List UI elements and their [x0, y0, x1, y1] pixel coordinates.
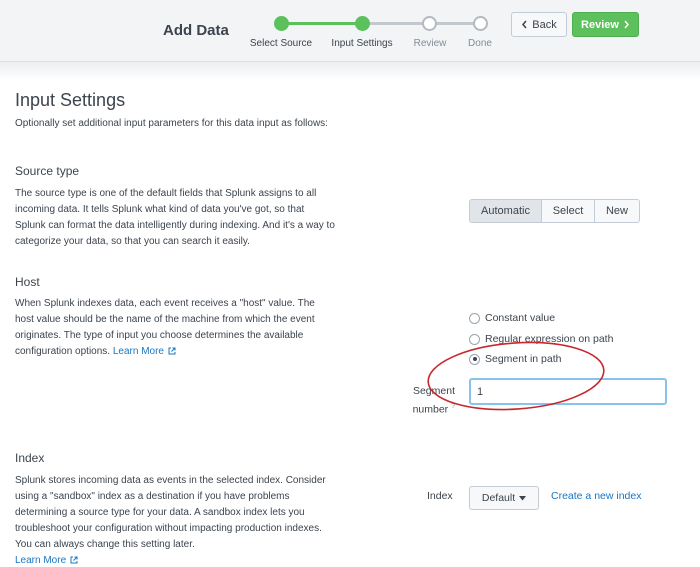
create-new-index-link[interactable]: Create a new index: [551, 490, 641, 502]
step-label-input-settings: Input Settings: [331, 38, 393, 49]
index-learn-more-label: Learn More: [15, 555, 67, 566]
host-learn-more-link[interactable]: Learn More: [113, 346, 176, 357]
host-option-regex-path[interactable]: Regular expression on path: [469, 333, 613, 345]
source-type-new-button[interactable]: New: [594, 200, 639, 222]
segment-number-label: Segment number ?: [395, 383, 455, 418]
host-option-segment-in-path[interactable]: Segment in path: [469, 353, 561, 365]
source-type-selector: Automatic Select New: [469, 199, 640, 223]
back-button-label: Back: [532, 18, 557, 31]
host-description: When Splunk indexes data, each event rec…: [15, 296, 335, 360]
page-subtitle: Optionally set additional input paramete…: [15, 118, 328, 129]
host-option-constant-value[interactable]: Constant value: [469, 312, 555, 324]
host-learn-more-label: Learn More: [112, 346, 164, 357]
step-dot-input-settings: [355, 16, 370, 31]
radio-constant-value-label: Constant value: [485, 312, 556, 324]
radio-segment-in-path[interactable]: [469, 353, 480, 365]
radio-constant-value[interactable]: [469, 312, 480, 324]
step-dot-done: [473, 16, 488, 31]
radio-regex-path[interactable]: [469, 333, 480, 345]
caret-down-icon: [519, 495, 527, 500]
source-type-title: Source type: [15, 164, 80, 178]
page-title: Input Settings: [15, 90, 126, 110]
index-description: Splunk stores incoming data as events in…: [15, 473, 335, 567]
step-dot-review: [422, 16, 437, 31]
source-type-select-button[interactable]: Select: [541, 200, 594, 222]
segment-number-label-text: Segment number: [412, 385, 455, 416]
index-learn-more-link[interactable]: Learn More: [15, 555, 78, 566]
external-link-icon: [168, 347, 176, 355]
radio-regex-path-label: Regular expression on path: [485, 333, 614, 345]
header-shadow: [0, 62, 700, 80]
review-button-label: Review: [581, 18, 619, 31]
step-connector-todo: [362, 22, 480, 25]
index-title: Index: [15, 451, 45, 465]
index-dropdown[interactable]: Default: [469, 486, 539, 510]
step-label-review: Review: [413, 38, 447, 49]
back-button[interactable]: Back: [511, 12, 567, 37]
source-type-description: The source type is one of the default fi…: [15, 188, 335, 247]
index-dropdown-value: Default: [481, 492, 516, 504]
chevron-right-icon: [624, 20, 629, 29]
host-title: Host: [15, 275, 40, 289]
index-description-text: Splunk stores incoming data as events in…: [15, 475, 326, 550]
source-type-automatic-button[interactable]: Automatic: [470, 200, 541, 222]
chevron-left-icon: [522, 20, 527, 29]
review-button[interactable]: Review: [572, 12, 639, 37]
index-field-label: Index: [427, 490, 453, 502]
step-label-done: Done: [468, 38, 492, 49]
segment-number-input[interactable]: 1: [469, 378, 667, 405]
step-dot-select-source: [274, 16, 289, 31]
external-link-icon: [70, 556, 78, 564]
help-icon[interactable]: ?: [451, 403, 455, 410]
step-connector-done: [281, 22, 362, 25]
step-label-select-source: Select Source: [249, 38, 313, 49]
radio-segment-in-path-label: Segment in path: [485, 353, 562, 365]
